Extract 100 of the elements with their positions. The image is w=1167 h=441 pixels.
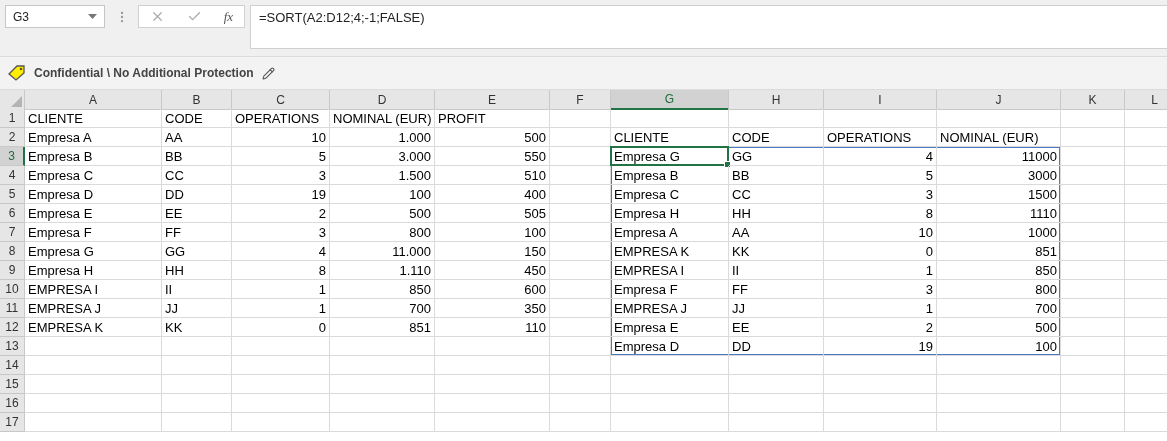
- empty-cell: [1061, 318, 1125, 337]
- column-header[interactable]: L: [1125, 90, 1167, 110]
- row-header[interactable]: 16: [0, 394, 25, 413]
- table-cell: Empresa A: [25, 128, 162, 147]
- row-header[interactable]: 4: [0, 166, 25, 185]
- table-cell: Empresa C: [25, 166, 162, 185]
- empty-cell: [1061, 223, 1125, 242]
- table-cell: 800: [937, 280, 1061, 299]
- table-cell: NOMINAL (EUR): [330, 109, 435, 128]
- table-cell: Empresa F: [611, 280, 729, 299]
- column-header[interactable]: D: [330, 90, 435, 110]
- table-cell: CLIENTE: [611, 128, 729, 147]
- row-header[interactable]: 6: [0, 204, 25, 223]
- table-cell: BB: [162, 147, 232, 166]
- empty-cell: [1061, 128, 1125, 147]
- empty-cell: [1061, 337, 1125, 356]
- empty-cell: [1061, 204, 1125, 223]
- insert-function-button[interactable]: fx: [223, 8, 234, 25]
- table-cell: 1: [232, 280, 330, 299]
- column-header[interactable]: F: [550, 90, 611, 110]
- table-cell: Empresa G: [25, 242, 162, 261]
- table-cell: 1.000: [330, 128, 435, 147]
- table-cell: Empresa B: [25, 147, 162, 166]
- row-header[interactable]: 2: [0, 128, 25, 147]
- row-header[interactable]: 1: [0, 109, 25, 128]
- table-cell: JJ: [162, 299, 232, 318]
- column-header[interactable]: G: [611, 90, 729, 110]
- select-all-icon[interactable]: [11, 96, 22, 107]
- row-header[interactable]: 8: [0, 242, 25, 261]
- table-cell: 550: [435, 147, 550, 166]
- row-header[interactable]: 15: [0, 375, 25, 394]
- sensitivity-label: Confidential \ No Additional Protection: [34, 66, 254, 80]
- formula-field[interactable]: =SORT(A2:D12;4;-1;FALSE): [250, 5, 1167, 49]
- table-cell: 5: [824, 166, 937, 185]
- row-header[interactable]: 17: [0, 413, 25, 432]
- column-header[interactable]: B: [162, 90, 232, 110]
- table-cell: 851: [937, 242, 1061, 261]
- table-cell: 1.500: [330, 166, 435, 185]
- empty-cell: [550, 223, 611, 242]
- row-header[interactable]: 3: [0, 147, 25, 166]
- row-header[interactable]: 13: [0, 337, 25, 356]
- table-cell: EE: [729, 318, 824, 337]
- table-cell: CODE: [162, 109, 232, 128]
- row-header[interactable]: 14: [0, 356, 25, 375]
- table-cell: 0: [824, 242, 937, 261]
- table-cell: HH: [162, 261, 232, 280]
- table-cell: 4: [232, 242, 330, 261]
- table-cell: 851: [330, 318, 435, 337]
- row-header[interactable]: 5: [0, 185, 25, 204]
- empty-cell: [550, 356, 611, 375]
- empty-cell: [550, 242, 611, 261]
- table-cell: EMPRESA I: [25, 280, 162, 299]
- column-header[interactable]: A: [25, 90, 162, 110]
- table-cell: 350: [435, 299, 550, 318]
- empty-cell: [550, 185, 611, 204]
- table-cell: AA: [729, 223, 824, 242]
- table-cell: NOMINAL (EUR): [937, 128, 1061, 147]
- row-header[interactable]: 7: [0, 223, 25, 242]
- table-cell: AA: [162, 128, 232, 147]
- table-cell: BB: [729, 166, 824, 185]
- table-cell: 400: [435, 185, 550, 204]
- table-cell: Empresa B: [611, 166, 729, 185]
- empty-cell: [162, 394, 232, 413]
- table-cell: EMPRESA J: [25, 299, 162, 318]
- row-header[interactable]: 10: [0, 280, 25, 299]
- empty-cell: [1061, 166, 1125, 185]
- empty-cell: [550, 299, 611, 318]
- column-header[interactable]: J: [937, 90, 1061, 110]
- table-cell: 510: [435, 166, 550, 185]
- empty-cell: [1061, 375, 1125, 394]
- table-cell: 700: [330, 299, 435, 318]
- table-cell: 1: [824, 299, 937, 318]
- column-header[interactable]: E: [435, 90, 550, 110]
- empty-cell: [550, 375, 611, 394]
- table-cell: 19: [824, 337, 937, 356]
- table-cell: 3: [232, 223, 330, 242]
- column-header[interactable]: C: [232, 90, 330, 110]
- name-box[interactable]: G3: [5, 5, 105, 28]
- table-cell: 3: [824, 280, 937, 299]
- table-cell: 8: [232, 261, 330, 280]
- table-cell: 450: [435, 261, 550, 280]
- table-cell: EMPRESA J: [611, 299, 729, 318]
- column-header[interactable]: K: [1061, 90, 1125, 110]
- table-cell: CC: [729, 185, 824, 204]
- table-cell: 3: [232, 166, 330, 185]
- table-cell: CC: [162, 166, 232, 185]
- column-header[interactable]: I: [824, 90, 937, 110]
- row-header[interactable]: 9: [0, 261, 25, 280]
- table-cell: Empresa D: [25, 185, 162, 204]
- table-cell: 0: [232, 318, 330, 337]
- edit-icon[interactable]: [261, 66, 275, 80]
- table-cell: EMPRESA K: [611, 242, 729, 261]
- row-header[interactable]: 11: [0, 299, 25, 318]
- row-header[interactable]: 12: [0, 318, 25, 337]
- table-cell: Empresa E: [25, 204, 162, 223]
- table-cell: II: [729, 261, 824, 280]
- table-cell: 850: [937, 261, 1061, 280]
- table-cell: 3.000: [330, 147, 435, 166]
- column-header[interactable]: H: [729, 90, 824, 110]
- table-cell: 1110: [937, 204, 1061, 223]
